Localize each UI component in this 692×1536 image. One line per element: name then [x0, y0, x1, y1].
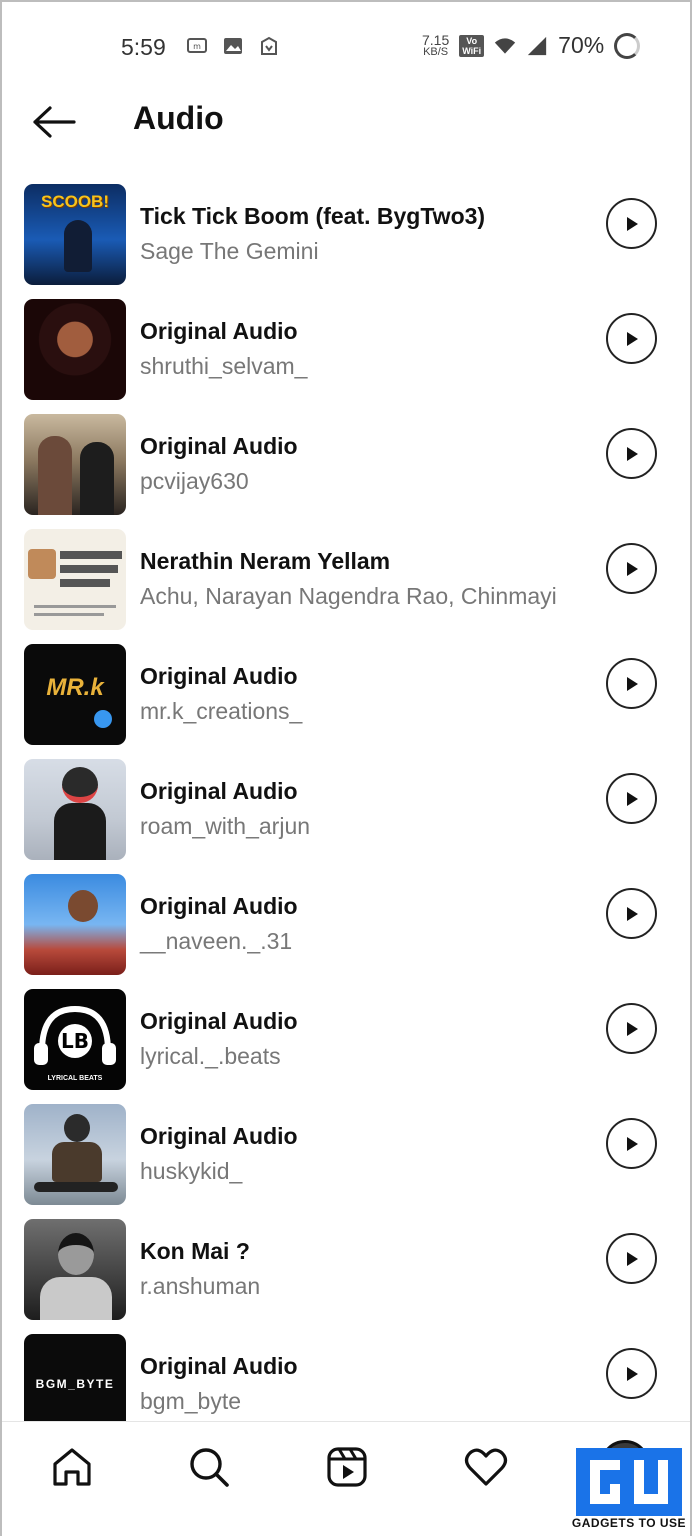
- play-button[interactable]: [606, 313, 657, 364]
- album-thumbnail: [24, 529, 126, 630]
- track-artist: Achu, Narayan Nagendra Rao, Chinmayi: [140, 583, 557, 609]
- watermark-text: GADGETS TO USE: [571, 1516, 687, 1530]
- play-icon: [626, 331, 638, 346]
- track-artist: mr.k_creations_: [140, 698, 303, 724]
- battery-percent: 70%: [558, 32, 605, 58]
- play-button[interactable]: [606, 1233, 657, 1284]
- watermark-logo: GADGETS TO USE: [568, 1448, 688, 1534]
- track-title: Original Audio: [140, 893, 298, 919]
- play-button[interactable]: [606, 1118, 657, 1169]
- reels-icon: [327, 1447, 367, 1487]
- track-title: Tick Tick Boom (feat. BygTwo3): [140, 203, 486, 229]
- wifi-icon: [494, 36, 516, 56]
- audio-list-item[interactable]: Kon Mai ? r.anshuman: [2, 1218, 690, 1333]
- network-speed: 7.15 KB/S: [422, 32, 450, 58]
- back-arrow-icon: [33, 106, 76, 138]
- gallery-notification-icon: [222, 36, 244, 56]
- track-title: Original Audio: [140, 1353, 298, 1379]
- track-title: Original Audio: [140, 318, 298, 344]
- verified-badge-icon: [94, 710, 112, 728]
- track-title: Original Audio: [140, 1123, 298, 1149]
- svg-text:m: m: [193, 42, 201, 51]
- album-thumbnail: LB LYRICAL BEATS: [24, 989, 126, 1090]
- audio-list: SCOOB! Tick Tick Boom (feat. BygTwo3) Sa…: [2, 183, 690, 1421]
- play-icon: [626, 906, 638, 921]
- play-button[interactable]: [606, 428, 657, 479]
- nav-home-button[interactable]: [49, 1444, 95, 1490]
- back-button[interactable]: [32, 104, 76, 140]
- track-artist: shruthi_selvam_: [140, 353, 308, 379]
- play-icon: [626, 1366, 638, 1381]
- audio-list-item[interactable]: BGM_BYTE Original Audio bgm_byte: [2, 1333, 690, 1421]
- vowifi-badge: Vo WiFi: [459, 34, 485, 57]
- audio-list-item[interactable]: MR.k Original Audio mr.k_creations_: [2, 643, 690, 758]
- search-icon: [190, 1448, 229, 1487]
- album-thumbnail: [24, 414, 126, 515]
- app-notification-icon: [258, 36, 280, 56]
- album-thumbnail: SCOOB!: [24, 184, 126, 285]
- audio-list-item[interactable]: Original Audio roam_with_arjun: [2, 758, 690, 873]
- album-thumbnail: [24, 1219, 126, 1320]
- play-button[interactable]: [606, 658, 657, 709]
- track-artist: r.anshuman: [140, 1273, 261, 1299]
- track-artist: bgm_byte: [140, 1388, 242, 1414]
- track-title: Original Audio: [140, 778, 298, 804]
- audio-list-item[interactable]: Original Audio __naveen._.31: [2, 873, 690, 988]
- nav-activity-button[interactable]: [463, 1444, 509, 1490]
- page-header: Audio: [2, 98, 690, 148]
- audio-list-item[interactable]: Original Audio shruthi_selvam_: [2, 298, 690, 413]
- play-icon: [626, 676, 638, 691]
- audio-list-item[interactable]: SCOOB! Tick Tick Boom (feat. BygTwo3) Sa…: [2, 183, 690, 298]
- play-button[interactable]: [606, 1003, 657, 1054]
- play-icon: [626, 1251, 638, 1266]
- album-thumbnail: MR.k: [24, 644, 126, 745]
- track-artist: Sage The Gemini: [140, 238, 319, 264]
- nav-search-button[interactable]: [186, 1444, 232, 1490]
- track-title: Original Audio: [140, 433, 298, 459]
- album-thumbnail: [24, 759, 126, 860]
- message-notification-icon: m: [186, 36, 208, 56]
- track-artist: __naveen._.31: [140, 928, 293, 954]
- play-button[interactable]: [606, 543, 657, 594]
- play-icon: [626, 561, 638, 576]
- home-icon: [53, 1448, 91, 1486]
- play-button[interactable]: [606, 773, 657, 824]
- gadgets-to-use-logo-icon: [576, 1448, 682, 1516]
- album-thumbnail: [24, 299, 126, 400]
- track-artist: lyrical._.beats: [140, 1043, 281, 1069]
- page-title: Audio: [133, 100, 224, 136]
- play-icon: [626, 1136, 638, 1151]
- play-icon: [626, 1021, 638, 1036]
- track-title: Original Audio: [140, 663, 298, 689]
- play-icon: [626, 446, 638, 461]
- svg-text:LB: LB: [61, 1029, 89, 1053]
- audio-list-item[interactable]: LB LYRICAL BEATS Original Audio lyrical.…: [2, 988, 690, 1103]
- audio-list-item[interactable]: Nerathin Neram Yellam Achu, Narayan Nage…: [2, 528, 690, 643]
- album-thumbnail: [24, 1104, 126, 1205]
- phone-screen: 5:59 m 7.15 KB/S Vo WiFi 70% Audio SCOOB…: [0, 0, 692, 1536]
- nav-reels-button[interactable]: [324, 1444, 370, 1490]
- play-button[interactable]: [606, 198, 657, 249]
- status-time: 5:59: [121, 34, 166, 60]
- battery-icon: [614, 32, 641, 59]
- play-icon: [626, 791, 638, 806]
- audio-list-item[interactable]: Original Audio huskykid_: [2, 1103, 690, 1218]
- heart-icon: [464, 1448, 508, 1486]
- track-title: Nerathin Neram Yellam: [140, 548, 391, 574]
- play-button[interactable]: [606, 888, 657, 939]
- album-thumbnail: [24, 874, 126, 975]
- track-artist: roam_with_arjun: [140, 813, 311, 839]
- signal-icon: [526, 36, 548, 56]
- audio-list-item[interactable]: Original Audio pcvijay630: [2, 413, 690, 528]
- track-title: Original Audio: [140, 1008, 298, 1034]
- track-artist: huskykid_: [140, 1158, 243, 1184]
- play-icon: [626, 216, 638, 231]
- status-bar: 5:59 m 7.15 KB/S Vo WiFi 70%: [2, 28, 690, 68]
- album-thumbnail: BGM_BYTE: [24, 1334, 126, 1421]
- track-title: Kon Mai ?: [140, 1238, 250, 1264]
- track-artist: pcvijay630: [140, 468, 249, 494]
- play-button[interactable]: [606, 1348, 657, 1399]
- headphones-logo-icon: LB: [34, 1005, 116, 1065]
